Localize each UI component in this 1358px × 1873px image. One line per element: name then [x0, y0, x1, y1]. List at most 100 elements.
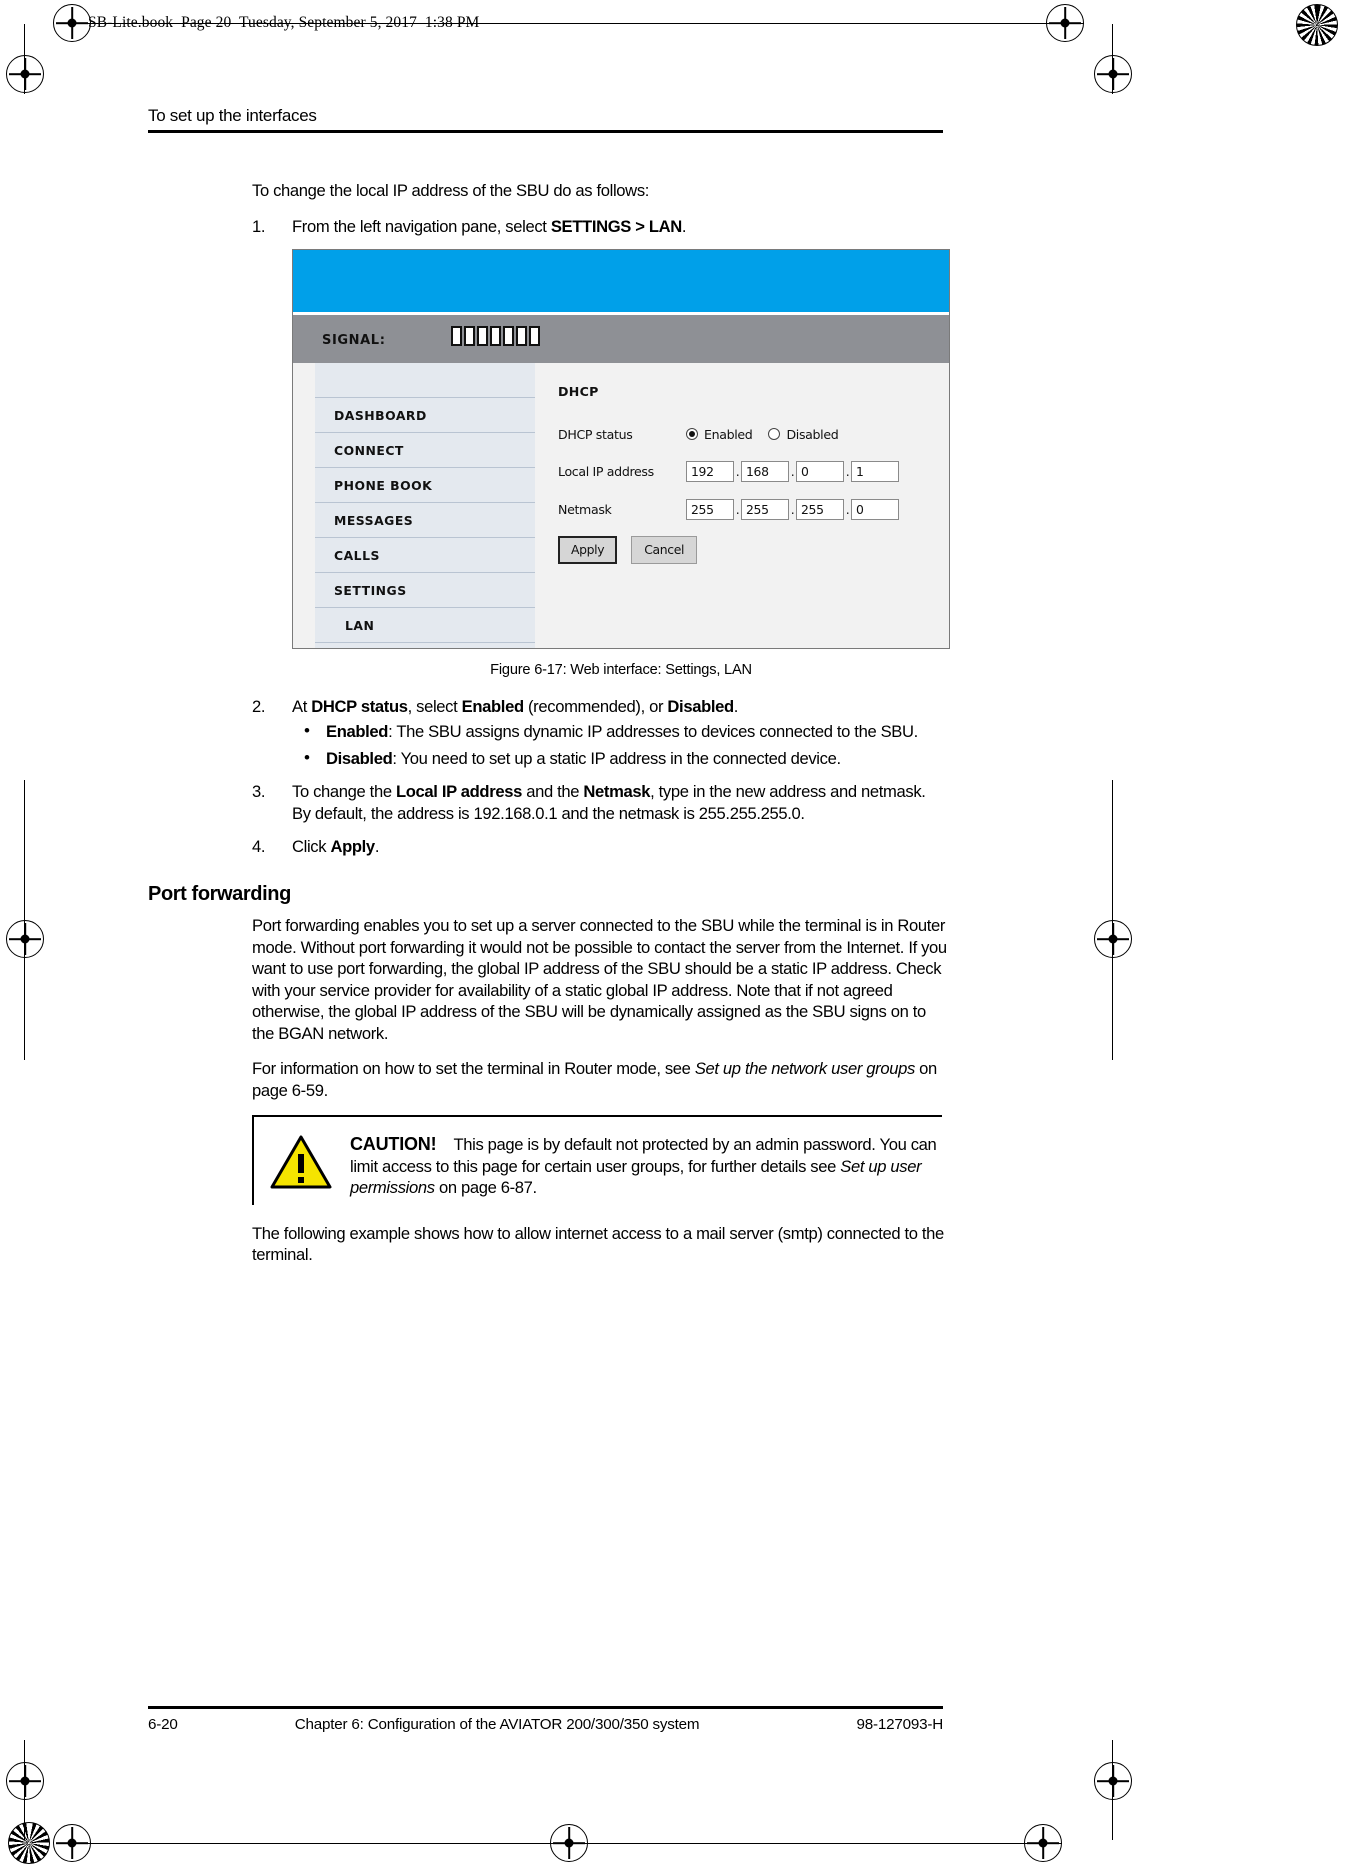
netmask-octet-2[interactable]: 255 [741, 498, 789, 520]
radio-disabled-circle [768, 428, 781, 441]
radio-disabled[interactable]: Disabled [768, 424, 839, 446]
dhcp-status-label: DHCP status [558, 426, 633, 442]
nav-item-connect[interactable]: CONNECT [315, 432, 535, 467]
port-forwarding-paragraph-1: Port forwarding enables you to set up a … [252, 916, 947, 1043]
local-ip-octet-4[interactable]: 1 [851, 461, 899, 483]
radio-enabled-label: Enabled [704, 426, 753, 442]
para2-text-a: For information on how to set the termin… [252, 1059, 695, 1078]
dhcp-status-row: DHCP status Enabled Disabled [558, 424, 938, 446]
footer-chapter: Chapter 6: Configuration of the AVIATOR … [294, 1716, 700, 1733]
caution-word: CAUTION! [350, 1134, 437, 1154]
ip-separator-1: . [735, 464, 740, 479]
nav-item-messages[interactable]: MESSAGES [315, 502, 535, 537]
running-head: To set up the interfaces [148, 106, 317, 125]
nav-item-calls[interactable]: CALLS [315, 537, 535, 572]
step-3-number: 3. [252, 782, 266, 801]
bullet-enabled-text: : The SBU assigns dynamic IP addresses t… [388, 722, 918, 741]
local-ip-row: Local IP address 192 . 168 . 0 . 1 [558, 461, 938, 483]
step-4-text: Click Apply. [292, 837, 380, 856]
dhcp-form-title: DHCP [558, 384, 599, 399]
nav-item-dashboard[interactable]: DASHBOARD [315, 397, 535, 432]
caution-box: CAUTION! This page is by default not pro… [252, 1115, 942, 1205]
nav-top-spacer [315, 363, 535, 397]
netmask-octet-4[interactable]: 0 [851, 498, 899, 520]
netmask-octet-1[interactable]: 255 [686, 498, 734, 520]
crop-line-left-mid [24, 780, 26, 1060]
step-1-text-after: . [681, 216, 687, 236]
step-1: 1. From the left navigation pane, select… [252, 216, 950, 682]
signal-strength-indicator [451, 326, 540, 346]
caution-top-rule [252, 1115, 942, 1117]
step-1-text-before: From the left navigation pane, select [292, 216, 551, 236]
crop-line-left-vertical [24, 24, 26, 94]
intro-paragraph: To change the local IP address of the SB… [252, 181, 650, 200]
port-forwarding-paragraph-2: For information on how to set the termin… [252, 1058, 948, 1101]
para2-italic: Set up the network user groups [694, 1059, 915, 1078]
figure-caption: Figure 6-17: Web interface: Settings, LA… [490, 662, 752, 678]
step-4-number: 4. [252, 837, 266, 856]
step-1-bold: SETTINGS > LAN [550, 216, 682, 236]
signal-label: SIGNAL: [322, 333, 386, 348]
step-2-bullets: Enabled: The SBU assigns dynamic IP addr… [292, 720, 948, 770]
step-3: 3. To change the Local IP address and th… [252, 781, 948, 824]
procedure-list: 1. From the left navigation pane, select… [148, 216, 950, 858]
nav-item-phone-book[interactable]: PHONE BOOK [315, 467, 535, 502]
footer-document-number: 98-127093-H [856, 1716, 944, 1733]
step-2-number: 2. [252, 696, 266, 716]
bullet-disabled-text: : You need to set up a static IP address… [392, 748, 841, 768]
form-button-row: Apply Cancel [558, 536, 938, 564]
status-bar [293, 315, 949, 363]
netmask-separator-2: . [790, 501, 795, 517]
caution-text-b: on page 6-87. [434, 1178, 537, 1197]
local-ip-octet-3[interactable]: 0 [796, 461, 844, 483]
footer-rule [148, 1706, 943, 1709]
bullet-enabled-bold: Enabled [326, 722, 389, 741]
cancel-button[interactable]: Cancel [631, 536, 698, 564]
local-ip-octet-2[interactable]: 168 [741, 461, 789, 483]
apply-button[interactable]: Apply [558, 536, 618, 564]
bullet-enabled: Enabled: The SBU assigns dynamic IP addr… [292, 720, 948, 743]
step-1-number: 1. [252, 216, 266, 236]
radio-enabled-circle [686, 428, 698, 441]
bullet-disabled-bold: Disabled [326, 748, 393, 768]
crop-line-bottom [72, 1843, 1062, 1845]
nav-item-settings[interactable]: SETTINGS [315, 572, 535, 607]
local-ip-label: Local IP address [558, 464, 654, 479]
ip-separator-2: . [790, 464, 795, 479]
warning-triangle-icon [270, 1134, 332, 1199]
radio-disabled-label: Disabled [786, 426, 839, 442]
step-3-text: To change the Local IP address and the N… [292, 782, 926, 823]
web-interface-screenshot: SIGNAL: DASHBOARD CONNECT PHONE BOOK MES… [292, 249, 950, 649]
step-4: 4. Click Apply. [252, 836, 948, 858]
crop-line-right-vertical [1112, 24, 1114, 94]
ip-separator-3: . [845, 464, 850, 479]
caution-left-rule [252, 1115, 254, 1205]
local-ip-octet-1[interactable]: 192 [686, 461, 734, 483]
app-banner [293, 250, 949, 312]
print-file-header: SB-Lite.book Page 20 Tuesday, September … [88, 14, 480, 31]
port-forwarding-paragraph-3: The following example shows how to allow… [252, 1223, 944, 1265]
app-content: DASHBOARD CONNECT PHONE BOOK MESSAGES CA… [293, 363, 949, 648]
page-footer: 6-20 Chapter 6: Configuration of the AVI… [148, 1716, 943, 1733]
netmask-row: Netmask 255 . 255 . 255 . 0 [558, 498, 938, 521]
netmask-octet-3[interactable]: 255 [796, 498, 844, 520]
nav-item-port-forwarding[interactable]: Port forwarding [315, 642, 535, 648]
registration-starburst-bottom-left [8, 1822, 50, 1864]
section-heading-port-forwarding: Port forwarding [148, 882, 291, 905]
navigation-pane: DASHBOARD CONNECT PHONE BOOK MESSAGES CA… [315, 363, 535, 648]
header-rule [148, 130, 943, 133]
figure-6-17: SIGNAL: DASHBOARD CONNECT PHONE BOOK MES… [292, 249, 950, 682]
netmask-label: Netmask [558, 501, 612, 517]
bullet-disabled: Disabled: You need to set up a static IP… [292, 747, 948, 770]
footer-page-number: 6-20 [148, 1716, 178, 1733]
nav-item-lan[interactable]: LAN [315, 607, 535, 642]
netmask-separator-1: . [735, 501, 740, 517]
registration-starburst-top-right [1296, 4, 1338, 46]
crop-line-right-mid [1112, 780, 1114, 1060]
dhcp-settings-form: DHCP DHCP status Enabled Disabled Local … [558, 381, 938, 564]
crop-line-right-bottom [1112, 1740, 1114, 1840]
page-body: To change the local IP address of the SB… [148, 180, 950, 1280]
netmask-separator-3: . [845, 501, 850, 517]
step-2-text: At DHCP status, select Enabled (recommen… [292, 696, 739, 716]
radio-enabled[interactable]: Enabled [686, 424, 753, 446]
